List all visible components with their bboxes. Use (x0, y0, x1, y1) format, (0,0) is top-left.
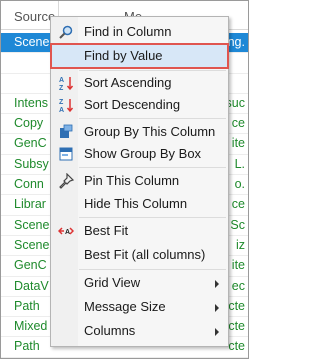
column-context-menu: Find in Column Find by Value A Z Sort As… (50, 16, 229, 347)
cell-source: GenC (14, 258, 47, 273)
group-box-icon (59, 147, 73, 161)
cell-source: Scene (14, 217, 50, 232)
menu-item-message-size[interactable]: Message Size (52, 296, 227, 318)
cell-source: Scene (14, 35, 50, 49)
menu-item-label: Find in Column (84, 24, 172, 39)
menu-item-label: Find by Value (84, 48, 163, 63)
menu-item-best-fit[interactable]: A Best Fit (52, 220, 227, 242)
menu-item-label: Hide This Column (84, 196, 188, 211)
menu-separator (79, 269, 226, 270)
cell-source: Scene (14, 237, 50, 252)
cell-source: GenC (14, 136, 47, 151)
menu-item-label: Grid View (84, 275, 141, 290)
menu-item-label: Show Group By Box (84, 146, 202, 161)
submenu-arrow-icon (215, 280, 219, 288)
submenu-arrow-icon (215, 328, 219, 336)
menu-item-sort-ascending[interactable]: A Z Sort Ascending (52, 72, 227, 94)
svg-text:A: A (59, 77, 64, 84)
sort-ascending-icon: A Z (59, 77, 74, 91)
cell-source: Path (14, 298, 40, 313)
group-by-icon (60, 124, 73, 138)
menu-item-label: Best Fit (all columns) (84, 247, 206, 262)
menu-item-grid-view[interactable]: Grid View (52, 272, 227, 294)
cell-source: Conn (14, 177, 44, 192)
grid-window: Source Me Sceneng.IntenssucCopyceGenCite… (0, 0, 249, 359)
cell-source: Copy (14, 116, 44, 131)
svg-text:A: A (59, 107, 64, 113)
menu-item-find-in-column[interactable]: Find in Column (52, 21, 227, 43)
menu-item-label: Pin This Column (84, 173, 180, 188)
menu-item-label: Columns (84, 323, 136, 338)
cell-source: DataV (14, 278, 49, 293)
menu-item-show-group-box[interactable]: Show Group By Box (52, 143, 227, 165)
cell-source: Intens (14, 95, 49, 110)
search-icon (59, 25, 73, 39)
menu-item-label: Message Size (84, 299, 166, 314)
cell-source: Path (14, 339, 40, 354)
cell-source: Subsy (14, 156, 49, 171)
svg-text:Z: Z (59, 85, 64, 91)
svg-text:Z: Z (59, 99, 64, 106)
menu-item-columns[interactable]: Columns (52, 320, 227, 342)
menu-item-label: Group By This Column (84, 124, 216, 139)
menu-item-label: Best Fit (84, 223, 129, 238)
menu-item-pin-column[interactable]: Pin This Column (52, 170, 227, 192)
menu-item-label: Sort Ascending (84, 75, 172, 90)
menu-item-group-by-column[interactable]: Group By This Column (52, 121, 227, 143)
menu-item-find-by-value[interactable]: Find by Value (50, 43, 229, 69)
menu-item-sort-descending[interactable]: Z A Sort Descending (52, 94, 227, 116)
pin-icon (59, 173, 74, 189)
sort-descending-icon: Z A (59, 99, 74, 113)
menu-separator (79, 217, 226, 218)
menu-separator (79, 167, 226, 168)
menu-separator (79, 70, 226, 71)
menu-item-label: Sort Descending (84, 97, 181, 112)
cell-source: Librar (14, 197, 46, 212)
svg-text:A: A (65, 229, 70, 236)
cell-source: Mixed (14, 319, 48, 334)
menu-item-best-fit-all[interactable]: Best Fit (all columns) (52, 244, 227, 266)
menu-item-hide-column[interactable]: Hide This Column (52, 193, 227, 215)
submenu-arrow-icon (215, 304, 219, 312)
menu-separator (79, 118, 226, 119)
best-fit-icon: A (58, 227, 74, 236)
